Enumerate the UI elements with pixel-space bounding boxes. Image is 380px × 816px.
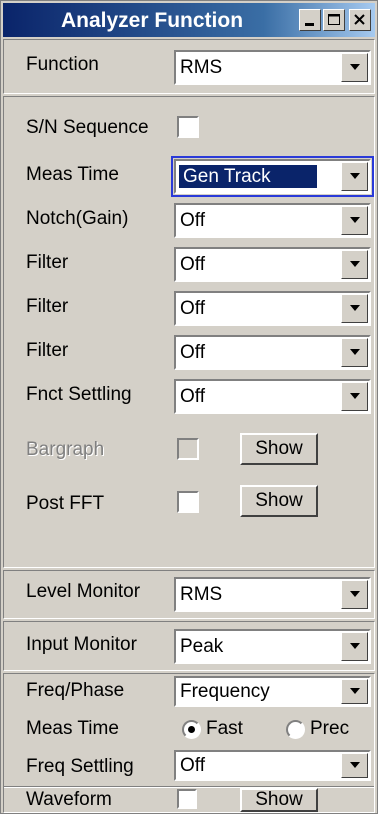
radio-selected-dot bbox=[188, 726, 195, 733]
level-monitor-value: RMS bbox=[180, 584, 223, 605]
fnct-settling-dropdown-button[interactable] bbox=[341, 382, 368, 411]
prec-radio[interactable] bbox=[286, 720, 305, 739]
meas-time-value: Gen Track bbox=[179, 165, 317, 188]
input-monitor-label: Input Monitor bbox=[26, 634, 137, 655]
filter-1-value: Off bbox=[180, 254, 205, 275]
input-monitor-value: Peak bbox=[180, 636, 224, 657]
window-title: Analyzer Function bbox=[61, 9, 244, 32]
fnct-settling-select[interactable]: Off bbox=[174, 379, 371, 414]
meas-time-select[interactable]: Gen Track bbox=[171, 156, 374, 197]
fnct-settling-label: Fnct Settling bbox=[26, 384, 132, 405]
filter-2-value: Off bbox=[180, 298, 205, 319]
input-monitor-dropdown-button[interactable] bbox=[341, 632, 368, 661]
freq-section: Freq/Phase Frequency Meas Time Fast Prec… bbox=[3, 673, 375, 813]
divider bbox=[4, 787, 374, 788]
freq-settling-select[interactable]: Off bbox=[174, 750, 371, 781]
prec-radio-label: Prec bbox=[310, 718, 350, 739]
filter-3-value: Off bbox=[180, 342, 205, 363]
waveform-show-button[interactable]: Show bbox=[240, 788, 318, 812]
chevron-down-icon bbox=[350, 393, 360, 399]
freq-phase-label: Freq/Phase bbox=[26, 680, 125, 701]
chevron-down-icon bbox=[350, 591, 360, 597]
maximize-button[interactable] bbox=[323, 9, 345, 31]
minimize-icon bbox=[305, 23, 314, 26]
chevron-down-icon bbox=[350, 762, 360, 768]
sn-sequence-label: S/N Sequence bbox=[26, 117, 149, 138]
chevron-down-icon bbox=[350, 643, 360, 649]
filter-3-dropdown-button[interactable] bbox=[341, 338, 368, 367]
title-bar[interactable]: Analyzer Function bbox=[3, 3, 375, 37]
notch-label: Notch(Gain) bbox=[26, 208, 129, 229]
post-fft-show-button[interactable]: Show bbox=[240, 485, 318, 517]
filter-2-dropdown-button[interactable] bbox=[341, 294, 368, 323]
chevron-down-icon bbox=[350, 349, 360, 355]
filter-1-label: Filter bbox=[26, 252, 69, 273]
waveform-checkbox[interactable] bbox=[177, 789, 197, 809]
input-monitor-select[interactable]: Peak bbox=[174, 629, 371, 664]
function-label: Function bbox=[26, 54, 99, 75]
freq-phase-value: Frequency bbox=[180, 681, 270, 702]
freq-meas-time-label: Meas Time bbox=[26, 718, 119, 739]
freq-settling-label: Freq Settling bbox=[26, 756, 134, 777]
meas-time-label: Meas Time bbox=[26, 164, 119, 185]
bargraph-show-button[interactable]: Show bbox=[240, 433, 318, 465]
filter-3-label: Filter bbox=[26, 340, 69, 361]
sn-sequence-checkbox[interactable] bbox=[177, 116, 199, 138]
fnct-settling-value: Off bbox=[180, 386, 205, 407]
freq-settling-dropdown-button[interactable] bbox=[341, 753, 368, 778]
bargraph-label: Bargraph bbox=[26, 439, 105, 460]
close-button[interactable] bbox=[349, 9, 371, 31]
notch-select[interactable]: Off bbox=[174, 203, 371, 238]
filter-2-select[interactable]: Off bbox=[174, 291, 371, 326]
filter-3-select[interactable]: Off bbox=[174, 335, 371, 370]
chevron-down-icon bbox=[350, 217, 360, 223]
close-icon bbox=[354, 14, 365, 25]
waveform-label: Waveform bbox=[26, 789, 112, 810]
function-section: Function RMS bbox=[3, 39, 375, 94]
filter-1-select[interactable]: Off bbox=[174, 247, 371, 282]
freq-phase-dropdown-button[interactable] bbox=[341, 679, 368, 704]
notch-dropdown-button[interactable] bbox=[341, 206, 368, 235]
filter-2-label: Filter bbox=[26, 296, 69, 317]
level-monitor-section: Level Monitor RMS bbox=[3, 570, 375, 619]
freq-phase-select[interactable]: Frequency bbox=[174, 676, 371, 707]
fast-radio-label: Fast bbox=[206, 718, 243, 739]
notch-value: Off bbox=[180, 210, 205, 231]
level-monitor-select[interactable]: RMS bbox=[174, 577, 371, 612]
level-monitor-label: Level Monitor bbox=[26, 581, 141, 602]
function-select[interactable]: RMS bbox=[174, 50, 371, 85]
maximize-icon bbox=[328, 14, 340, 25]
meas-time-dropdown-button[interactable] bbox=[341, 162, 368, 191]
level-monitor-dropdown-button[interactable] bbox=[341, 580, 368, 609]
fast-radio[interactable] bbox=[182, 720, 201, 739]
minimize-button[interactable] bbox=[299, 9, 321, 31]
filter-1-dropdown-button[interactable] bbox=[341, 250, 368, 279]
function-dropdown-button[interactable] bbox=[341, 53, 368, 82]
chevron-down-icon bbox=[350, 173, 360, 179]
analyzer-function-window: Analyzer Function Function RMS S/N Seque… bbox=[0, 0, 378, 814]
chevron-down-icon bbox=[350, 305, 360, 311]
post-fft-label: Post FFT bbox=[26, 493, 105, 514]
input-monitor-section: Input Monitor Peak bbox=[3, 621, 375, 671]
freq-settling-value: Off bbox=[180, 755, 205, 776]
post-fft-checkbox[interactable] bbox=[177, 491, 199, 513]
function-value: RMS bbox=[180, 57, 223, 78]
measurement-section: S/N Sequence Meas Time Gen Track Notch(G… bbox=[3, 96, 375, 568]
chevron-down-icon bbox=[350, 688, 360, 694]
chevron-down-icon bbox=[350, 261, 360, 267]
bargraph-checkbox bbox=[177, 438, 199, 460]
chevron-down-icon bbox=[350, 64, 360, 70]
